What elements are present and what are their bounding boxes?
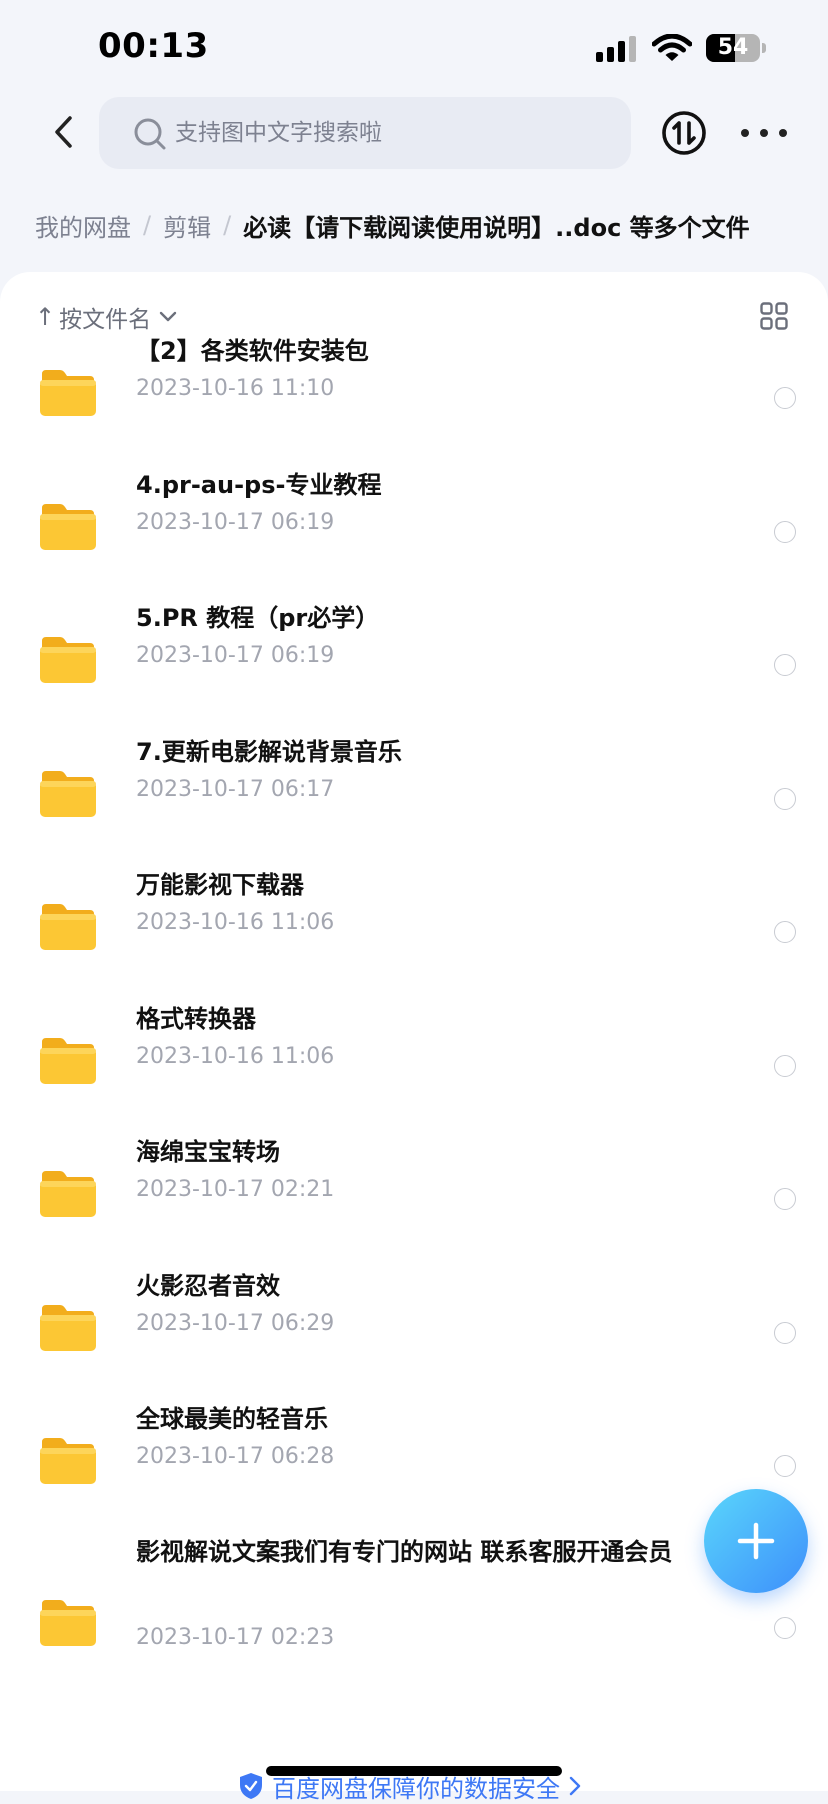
folder-icon [40, 904, 96, 950]
file-row[interactable]: 万能影视下载器 2023-10-16 11:06 [0, 858, 828, 978]
file-date: 2023-10-17 06:19 [136, 509, 335, 535]
folder-icon [40, 1304, 96, 1351]
folder-icon [40, 1171, 96, 1217]
search-input[interactable] [175, 97, 605, 169]
file-name: 火影忍者音效 [136, 1271, 280, 1300]
file-date: 2023-10-17 06:29 [136, 1310, 335, 1336]
breadcrumb-separator: / [223, 211, 232, 239]
folder-icon [40, 1599, 96, 1646]
back-button[interactable] [42, 106, 84, 158]
add-button[interactable] [704, 1489, 808, 1593]
folder-icon [40, 503, 96, 550]
more-icon-dot [779, 129, 787, 137]
signal-icon [596, 36, 636, 62]
plus-icon [737, 1522, 775, 1560]
select-checkbox[interactable] [774, 387, 796, 409]
file-row[interactable]: 海绵宝宝转场 2023-10-17 02:21 [0, 1125, 828, 1245]
folder-icon [40, 1037, 96, 1084]
file-row[interactable]: 格式转换器 2023-10-16 11:06 [0, 992, 828, 1112]
file-date: 2023-10-17 06:17 [136, 776, 335, 802]
select-checkbox[interactable] [774, 654, 796, 676]
file-name: 5.PR 教程（pr必学） [136, 604, 380, 632]
status-time: 00:13 [98, 26, 209, 66]
file-row[interactable]: 4.pr-au-ps-专业教程 2023-10-17 06:19 [0, 458, 828, 578]
home-indicator [266, 1766, 562, 1776]
breadcrumb-current: 必读【请下载阅读使用说明】..doc 等多个文件 [243, 213, 750, 242]
file-date: 2023-10-16 11:06 [136, 910, 335, 935]
file-row[interactable]: 7.更新电影解说背景音乐 2023-10-17 06:17 [0, 725, 828, 845]
file-date: 2023-10-17 06:28 [136, 1444, 335, 1469]
more-icon-dot [760, 129, 768, 137]
file-name: 海绵宝宝转场 [136, 1138, 280, 1166]
file-date: 2023-10-17 06:19 [136, 643, 335, 668]
file-row[interactable]: 影视解说文案我们有专门的网站 联系客服开通会员 2023-10-17 02:23 [0, 1526, 828, 1716]
file-name: 7.更新电影解说背景音乐 [136, 737, 402, 766]
file-name: 格式转换器 [136, 1004, 256, 1033]
wifi-icon [652, 34, 692, 61]
file-name: 全球最美的轻音乐 [136, 1405, 328, 1433]
file-date: 2023-10-16 11:10 [136, 376, 335, 401]
file-row[interactable]: 全球最美的轻音乐 2023-10-17 06:28 [0, 1392, 828, 1512]
breadcrumb-item-edit[interactable]: 剪辑 [163, 208, 211, 243]
file-row[interactable]: 5.PR 教程（pr必学） 2023-10-17 06:19 [0, 591, 828, 711]
search-box[interactable] [99, 97, 631, 169]
file-row[interactable]: 【2】各类软件安装包 2023-10-16 11:10 [0, 324, 828, 444]
file-date: 2023-10-17 02:23 [136, 1624, 335, 1650]
folder-icon [40, 637, 96, 683]
more-button[interactable] [741, 118, 787, 148]
select-checkbox[interactable] [774, 1321, 796, 1344]
breadcrumb-separator: / [143, 211, 152, 239]
select-checkbox[interactable] [774, 1054, 796, 1077]
select-checkbox[interactable] [774, 787, 796, 810]
status-bar: 00:13 54 [0, 0, 828, 96]
folder-icon [40, 370, 96, 416]
breadcrumb-item-my-disk[interactable]: 我的网盘 [35, 208, 131, 243]
select-checkbox[interactable] [774, 1188, 796, 1210]
file-date: 2023-10-16 11:06 [136, 1043, 335, 1069]
search-icon [134, 118, 166, 150]
battery-body: 54 [706, 34, 760, 62]
chevron-right-icon [569, 1776, 581, 1796]
breadcrumb: 我的网盘 / 剪辑 / 必读【请下载阅读使用说明】..doc 等多个文件 [35, 205, 825, 245]
transfer-icon[interactable] [661, 110, 707, 156]
select-checkbox[interactable] [774, 1455, 796, 1477]
file-name: 影视解说文案我们有专门的网站 联系客服开通会员 [136, 1537, 673, 1566]
select-checkbox[interactable] [774, 1616, 796, 1639]
battery-icon: 54 [706, 34, 766, 62]
more-icon-dot [741, 129, 749, 137]
chevron-left-icon [55, 116, 72, 148]
folder-icon [40, 1438, 96, 1484]
file-list-panel: ↑ 按文件名 【2】各类软件安装包 2023-10-16 11:10 4.pr-au… [0, 272, 828, 1791]
file-name: 4.pr-au-ps-专业教程 [136, 470, 382, 499]
folder-icon [40, 770, 96, 817]
file-row[interactable]: 火影忍者音效 2023-10-17 06:29 [0, 1259, 828, 1379]
select-checkbox[interactable] [774, 921, 796, 943]
file-date: 2023-10-17 02:21 [136, 1177, 335, 1202]
battery-cap [762, 43, 766, 53]
chevron-down-icon [159, 311, 177, 322]
file-name: 万能影视下载器 [136, 871, 304, 899]
shield-icon [240, 1773, 262, 1799]
file-name: 【2】各类软件安装包 [136, 337, 369, 365]
battery-text: 54 [717, 35, 749, 60]
select-checkbox[interactable] [774, 520, 796, 543]
